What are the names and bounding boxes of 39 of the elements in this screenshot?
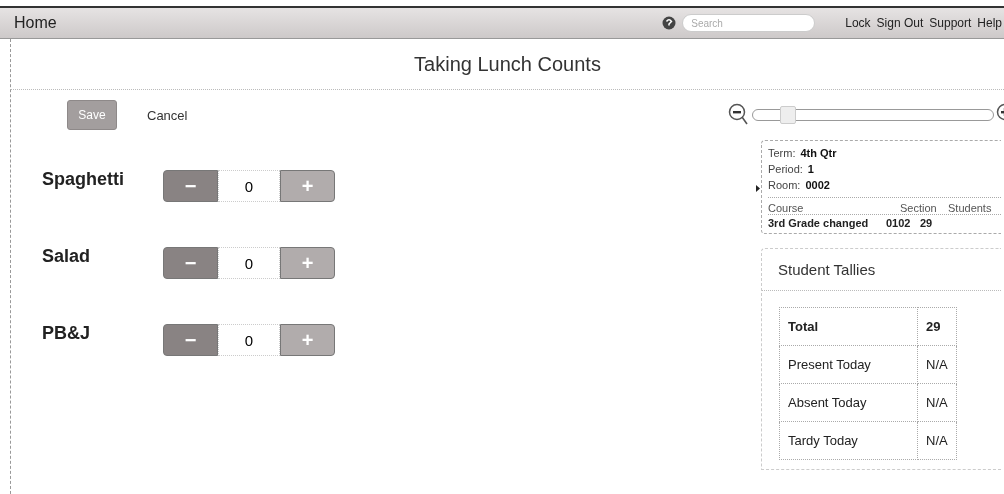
table-cell-text: 29 <box>920 217 934 229</box>
table-cell: N/A <box>917 383 957 422</box>
count-field[interactable]: 0 <box>218 170 280 202</box>
caret-icon[interactable] <box>756 185 760 192</box>
item-name: PB&J <box>42 322 91 344</box>
nav-link[interactable]: Sign Out <box>876 16 924 30</box>
info-field: Period: 1 <box>768 161 1001 177</box>
minus-button[interactable]: − <box>163 324 218 356</box>
home-link[interactable]: Home <box>14 14 57 32</box>
card-title: Student Tallies <box>762 249 1001 291</box>
nav-link[interactable]: Support <box>929 16 972 30</box>
minus-button[interactable]: − <box>163 247 218 279</box>
column-header: Section <box>900 202 938 214</box>
item-name: Spaghetti <box>42 168 125 190</box>
nav-link[interactable]: Lock <box>845 16 871 30</box>
zoom-out-icon[interactable] <box>728 103 750 127</box>
table-cell-text: 0102 <box>886 217 912 229</box>
table-cell: Absent Today <box>779 383 918 422</box>
table-cell: 29 <box>917 307 957 346</box>
table-cell: N/A <box>917 345 957 384</box>
nav-link[interactable]: Help <box>977 16 1002 30</box>
slider-thumb[interactable] <box>780 106 797 124</box>
page-title: Taking Lunch Counts <box>11 39 1004 90</box>
column-header: Students <box>948 202 993 214</box>
table-cell: Present Today <box>779 345 918 384</box>
table-cell: Total <box>779 307 918 346</box>
minus-button[interactable]: − <box>163 170 218 202</box>
help-icon[interactable] <box>662 16 677 30</box>
info-field: Room: 0002 <box>768 177 1001 193</box>
item-name: Salad <box>42 245 92 267</box>
search-field[interactable]: Search <box>682 14 816 32</box>
count-field[interactable]: 0 <box>218 247 280 279</box>
info-field: Term: 4th Qtr <box>768 145 1001 161</box>
column-header: Course <box>768 202 805 214</box>
cancel-link[interactable]: Cancel <box>147 107 188 123</box>
table-cell: Tardy Today <box>779 421 918 460</box>
table-cell: N/A <box>917 421 957 460</box>
count-field[interactable]: 0 <box>218 324 280 356</box>
table-cell-text: 3rd Grade changed <box>768 217 870 229</box>
